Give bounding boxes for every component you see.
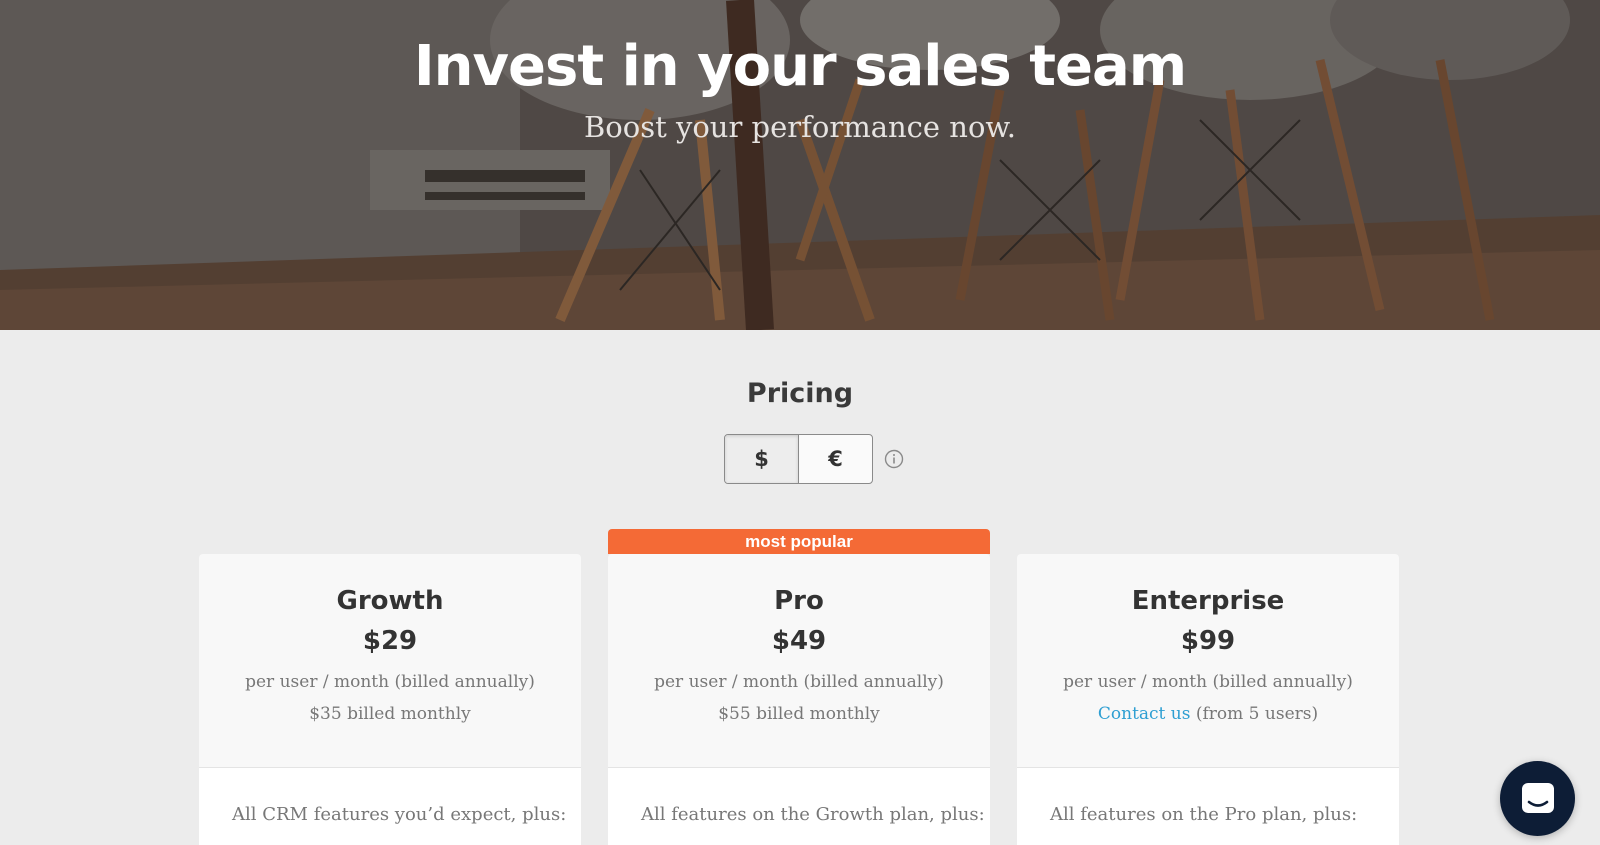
plan-price: $99 [1180, 626, 1236, 656]
plan-card-pro: Pro $49 per user / month (billed annuall… [608, 554, 990, 845]
plan-features-intro: All features on the Pro plan, plus: [1050, 804, 1358, 825]
plan-card-header: Pro $49 per user / month (billed annuall… [608, 554, 990, 767]
plan-card-enterprise: Enterprise $99 per user / month (billed … [1017, 554, 1399, 845]
currency-eur-button[interactable]: € [798, 435, 872, 483]
plan-name: Growth [336, 586, 444, 616]
hero-subtitle: Boost your performance now. [583, 110, 1017, 144]
pricing-title: Pricing [746, 378, 854, 409]
plan-billing-note: per user / month (billed annually) [1063, 672, 1353, 692]
plan-name: Enterprise [1131, 586, 1285, 616]
contact-suffix: (from 5 users) [1190, 704, 1319, 724]
plan-price: $49 [771, 626, 827, 656]
info-circle-icon[interactable] [884, 449, 904, 469]
plan-card-features: All features on the Pro plan, plus: [1017, 767, 1399, 845]
plan-card-header: Enterprise $99 per user / month (billed … [1017, 554, 1399, 767]
plan-monthly-price: $35 billed monthly [309, 704, 471, 724]
hero-banner: Invest in your sales team Boost your per… [0, 0, 1600, 330]
plan-card-features: All features on the Growth plan, plus: [608, 767, 990, 845]
most-popular-badge: most popular [608, 529, 990, 554]
plan-card-growth: Growth $29 per user / month (billed annu… [199, 554, 581, 845]
plan-card-features: All CRM features you’d expect, plus: [199, 767, 581, 845]
currency-usd-button[interactable]: $ [725, 435, 798, 483]
plan-card-header: Growth $29 per user / month (billed annu… [199, 554, 581, 767]
plan-features-intro: All CRM features you’d expect, plus: [232, 804, 567, 825]
contact-us-link[interactable]: Contact us [1098, 704, 1191, 724]
chat-launcher-button[interactable] [1500, 761, 1575, 836]
plan-monthly-price: $55 billed monthly [718, 704, 880, 724]
currency-toggle: $ € [724, 434, 873, 484]
plan-price: $29 [362, 626, 418, 656]
plan-billing-note: per user / month (billed annually) [245, 672, 535, 692]
plan-name: Pro [774, 586, 824, 616]
hero-title: Invest in your sales team [413, 34, 1187, 99]
plan-contact-line: Contact us (from 5 users) [1017, 704, 1399, 724]
plan-features-intro: All features on the Growth plan, plus: [641, 804, 985, 825]
plan-billing-note: per user / month (billed annually) [654, 672, 944, 692]
chat-icon [1521, 782, 1554, 813]
